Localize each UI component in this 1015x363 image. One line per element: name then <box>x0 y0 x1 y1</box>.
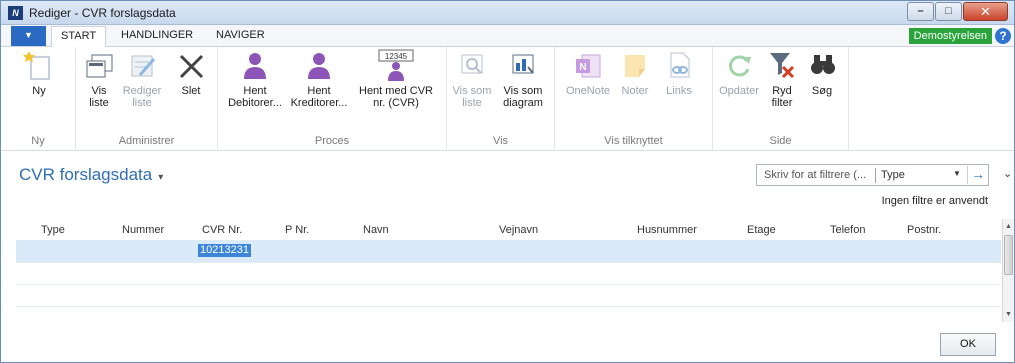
refresh-icon <box>723 49 755 81</box>
scroll-up-icon[interactable]: ▲ <box>1003 221 1014 232</box>
dropdown-arrow-icon[interactable]: ▼ <box>953 169 961 178</box>
app-logo-icon: N <box>8 6 23 20</box>
minimize-icon: – <box>917 5 924 17</box>
window-controls: – □ ✕ <box>906 2 1008 21</box>
sticky-note-icon <box>619 49 651 81</box>
maximize-icon: □ <box>945 5 952 17</box>
collapse-chevron-icon[interactable]: ⌄ <box>1003 167 1012 180</box>
group-label-ny: Ny <box>31 135 45 147</box>
group-side: Opdater Ryd filter Søg Side <box>713 47 849 151</box>
refresh-button[interactable]: Opdater <box>717 49 761 97</box>
column-header-postnr[interactable]: Postnr. <box>907 224 941 236</box>
column-header-p-nr[interactable]: P Nr. <box>285 224 309 236</box>
divider <box>875 168 876 183</box>
column-header-husnummer[interactable]: Husnummer <box>637 224 697 236</box>
close-icon: ✕ <box>980 4 991 19</box>
onenote-button[interactable]: N OneNote <box>563 49 613 97</box>
column-header-navn[interactable]: Navn <box>363 224 389 236</box>
column-header-nummer[interactable]: Nummer <box>122 224 164 236</box>
group-label-vis-tilknyttet: Vis tilknyttet <box>604 135 663 147</box>
svg-text:N: N <box>579 62 586 73</box>
ribbon: Ny Ny Vis liste Rediger liste Slet Admin… <box>1 47 1014 151</box>
show-as-list-button[interactable]: Vis som liste <box>452 49 492 109</box>
ribbon-tab-bar: ▼ START HANDLINGER NAVIGER Demostyrelsen… <box>1 25 1014 48</box>
tab-naviger[interactable]: NAVIGER <box>216 29 265 41</box>
page-title[interactable]: CVR forslagsdata ▾ <box>19 165 163 185</box>
group-label-administrer: Administrer <box>118 135 175 147</box>
fetch-creditors-button[interactable]: Hent Kreditorer... <box>288 49 350 109</box>
close-button[interactable]: ✕ <box>963 2 1008 21</box>
scrollbar-thumb[interactable] <box>1004 235 1013 275</box>
edit-list-button[interactable]: Rediger liste <box>120 49 164 109</box>
column-header-telefon[interactable]: Telefon <box>830 224 865 236</box>
filter-input[interactable]: Skriv for at filtrere (... <box>764 169 866 181</box>
data-grid: Type Nummer CVR Nr. P Nr. Navn Vejnavn H… <box>1 219 1004 322</box>
group-administrer: Vis liste Rediger liste Slet Administrer <box>76 47 218 151</box>
link-document-icon <box>663 49 695 81</box>
table-row[interactable] <box>16 262 1001 284</box>
column-header-etage[interactable]: Etage <box>747 224 776 236</box>
table-row[interactable] <box>16 306 1001 328</box>
svg-text:12345: 12345 <box>385 52 408 61</box>
group-vis-tilknyttet: N OneNote Noter Links Vis tilknyttet <box>555 47 713 151</box>
person-number-icon: 12345 <box>378 49 414 81</box>
person-icon <box>303 49 335 81</box>
apply-filter-arrow-icon[interactable]: → <box>967 166 988 184</box>
minimize-button[interactable]: – <box>907 2 934 21</box>
cvr-nr-cell[interactable]: 10213231 <box>198 244 251 257</box>
delete-button[interactable]: Slet <box>174 49 208 97</box>
show-as-chart-button[interactable]: Vis som diagram <box>499 49 547 109</box>
filter-field-select[interactable]: Type <box>881 169 905 181</box>
title-bar[interactable]: N Rediger - CVR forslagsdata – □ ✕ <box>1 1 1014 25</box>
group-ny: Ny Ny <box>1 47 76 151</box>
group-label-side: Side <box>769 135 792 147</box>
chevron-down-icon: ▾ <box>158 172 164 183</box>
links-button[interactable]: Links <box>661 49 697 97</box>
company-badge[interactable]: Demostyrelsen <box>908 28 992 44</box>
view-list-button[interactable]: Vis liste <box>81 49 117 109</box>
maximize-button[interactable]: □ <box>935 2 962 21</box>
group-label-proces: Proces <box>314 135 350 147</box>
new-document-icon <box>23 49 55 81</box>
group-label-vis: Vis <box>492 135 509 147</box>
column-header-type[interactable]: Type <box>41 224 65 236</box>
column-header-vejnavn[interactable]: Vejnavn <box>499 224 538 236</box>
scroll-down-icon[interactable]: ▼ <box>1003 309 1014 320</box>
table-row[interactable] <box>16 284 1001 306</box>
chart-view-icon <box>507 49 539 81</box>
filter-bar: Skriv for at filtrere (... Type ▼ → <box>756 164 989 186</box>
view-list-icon <box>83 49 115 81</box>
search-button[interactable]: Søg <box>807 49 837 97</box>
clear-filter-button[interactable]: Ryd filter <box>765 49 799 109</box>
window-title: Rediger - CVR forslagsdata <box>29 6 176 20</box>
filter-status: Ingen filtre er anvendt <box>881 195 988 207</box>
help-icon[interactable]: ? <box>995 28 1011 44</box>
group-proces: Hent Debitorer... Hent Kreditorer... 123… <box>218 47 447 151</box>
column-header-cvr-nr[interactable]: CVR Nr. <box>202 224 242 236</box>
vertical-scrollbar[interactable]: ▲ ▼ <box>1002 219 1014 322</box>
new-button[interactable]: Ny <box>21 49 57 97</box>
dialog-window: N Rediger - CVR forslagsdata – □ ✕ ▼ STA… <box>0 0 1015 363</box>
grid-header: Type Nummer CVR Nr. P Nr. Navn Vejnavn H… <box>1 219 1004 239</box>
onenote-icon: N <box>572 49 604 81</box>
clear-filter-icon <box>766 49 798 81</box>
edit-list-icon <box>126 49 158 81</box>
tab-start[interactable]: START <box>51 26 107 48</box>
table-row[interactable]: 10213231 <box>16 240 1001 262</box>
tab-handlinger[interactable]: HANDLINGER <box>121 29 193 41</box>
file-menu-button[interactable]: ▼ <box>11 26 46 46</box>
group-vis: Vis som liste Vis som diagram Vis <box>447 47 555 151</box>
delete-x-icon <box>175 49 207 81</box>
list-view-icon <box>456 49 488 81</box>
binoculars-icon <box>807 49 839 81</box>
notes-button[interactable]: Noter <box>617 49 653 97</box>
ok-button[interactable]: OK <box>940 333 996 356</box>
fetch-by-cvr-button[interactable]: 12345 Hent med CVR nr. (CVR) <box>356 49 436 109</box>
fetch-debitors-button[interactable]: Hent Debitorer... <box>225 49 285 109</box>
person-icon <box>239 49 271 81</box>
